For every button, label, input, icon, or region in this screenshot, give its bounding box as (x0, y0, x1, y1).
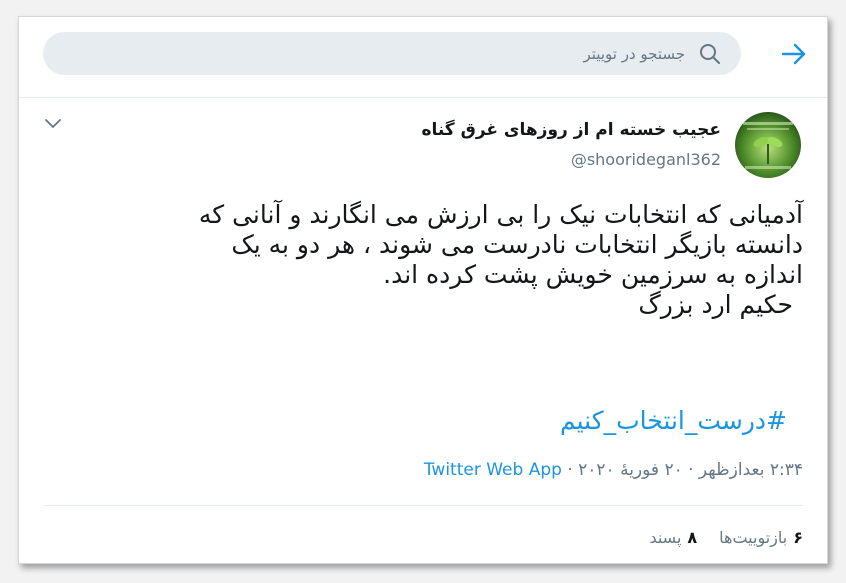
tweet-meta: ۲:۳۴ بعدازظهر · ۲۰ فوریهٔ ۲۰۲۰ · Twitter… (424, 460, 803, 480)
top-bar (19, 17, 827, 98)
chevron-down-icon[interactable] (41, 112, 65, 136)
back-arrow-icon[interactable] (779, 39, 809, 69)
retweets-stat[interactable]: ۶ بازتوییت‌ها (719, 528, 803, 547)
tweet-text-line: آدمیانی که انتخابات نیک را بی ارزش می ان… (198, 200, 803, 229)
like-count: ۸ (687, 528, 698, 547)
source-app-link[interactable]: Twitter Web App (424, 460, 562, 480)
tweet-text-line: حکیم ارد بزرگ (638, 290, 793, 319)
retweet-count: ۶ (793, 528, 803, 547)
divider (43, 505, 803, 506)
avatar[interactable] (735, 112, 801, 178)
tweet-stats: ۶ بازتوییت‌ها ۸ پسند (649, 528, 803, 547)
search-input[interactable] (183, 43, 687, 64)
retweet-label: بازتوییت‌ها (719, 528, 788, 547)
search-box[interactable] (43, 32, 741, 75)
divider (43, 572, 803, 573)
hashtag-link[interactable]: #درست_انتخاب_کنیم (560, 406, 787, 435)
tweet-window: عجیب خسته ام از روزهای غرق گناه @shoorid… (18, 16, 828, 573)
tweet-text-line: اندازه به سرزمین خویش پشت کرده اند. (383, 260, 803, 289)
display-name[interactable]: عجیب خسته ام از روزهای غرق گناه (421, 120, 721, 140)
timestamp[interactable]: ۲:۳۴ بعدازظهر · ۲۰ فوریهٔ ۲۰۲۰ · (562, 460, 803, 480)
user-handle[interactable]: @shoorideganl362 (571, 150, 721, 169)
likes-stat[interactable]: ۸ پسند (649, 528, 697, 547)
tweet-text: آدمیانی که انتخابات نیک را بی ارزش می ان… (43, 200, 803, 320)
like-label: پسند (649, 528, 682, 547)
tweet-text-line: دانسته بازیگر انتخابات نادرست می شوند ، … (231, 230, 803, 259)
search-icon (699, 43, 721, 65)
